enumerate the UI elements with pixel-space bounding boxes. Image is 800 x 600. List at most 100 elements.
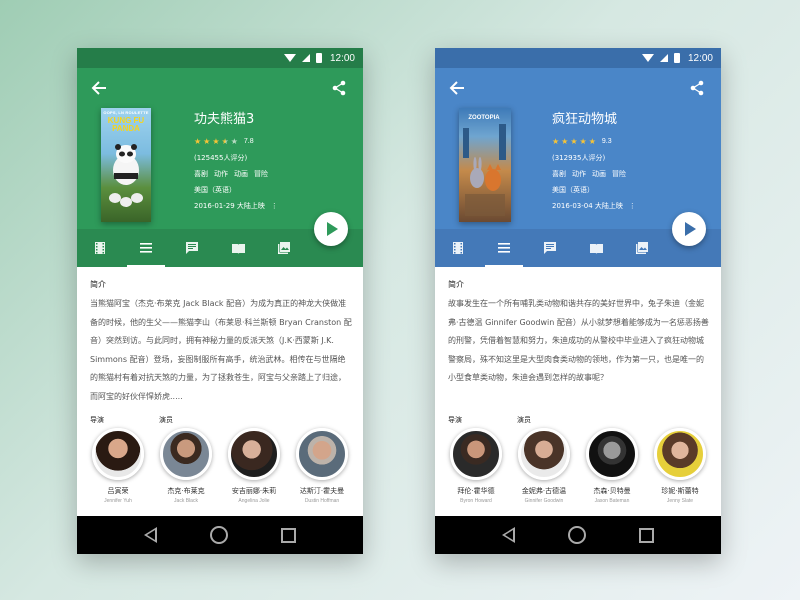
signal-icon	[301, 54, 310, 62]
tab-synopsis[interactable]	[481, 229, 527, 267]
synopsis-text: 故事发生在一个所有哺乳类动物和谐共存的美好世界中，兔子朱迪（金妮弗·古德温 Gi…	[448, 299, 709, 382]
movie-info: 功夫熊猫3 ★ ★ ★ ★ ★ 7.8 (125455人评分) 喜剧 动作 动画…	[194, 112, 344, 210]
person-name: 杰克·布莱克	[167, 487, 205, 495]
avatar	[450, 428, 502, 480]
share-icon[interactable]	[331, 80, 351, 100]
tab-comments[interactable]	[169, 229, 215, 267]
wifi-icon	[283, 54, 296, 62]
tab-film[interactable]	[77, 229, 123, 267]
genre-tag[interactable]: 喜剧	[552, 170, 566, 178]
person-name-en: Byron Howard	[460, 498, 492, 504]
person-name-en: Jennifer Yuh	[104, 498, 132, 504]
film-icon	[453, 242, 463, 254]
avatar	[296, 428, 348, 480]
play-button[interactable]	[672, 212, 706, 246]
movie-poster[interactable]: OOPS, LN ROULETTE KUNG FU PANDA	[101, 108, 151, 222]
genre-tag[interactable]: 动作	[572, 170, 586, 178]
person-name: 金妮弗·古德温	[521, 487, 567, 495]
status-time: 12:00	[329, 52, 355, 64]
nav-recents-icon[interactable]	[639, 527, 655, 543]
movie-title: 疯狂动物城	[552, 112, 618, 127]
tab-synopsis[interactable]	[123, 229, 169, 267]
cast-heading: 演员	[517, 416, 531, 424]
star-icon: ★	[203, 136, 211, 146]
genre-tag[interactable]: 冒险	[612, 170, 626, 178]
nav-home-icon[interactable]	[209, 526, 228, 544]
genre-tag[interactable]: 冒险	[254, 170, 268, 178]
play-button[interactable]	[314, 212, 348, 246]
release-date: 2016-03-04 大陆上映 ⋮	[552, 202, 702, 210]
share-icon[interactable]	[689, 80, 709, 100]
film-icon	[95, 242, 105, 254]
star-half-icon: ★	[221, 136, 229, 146]
person-name: 安吉丽娜·朱莉	[231, 487, 277, 495]
person-card[interactable]: 拜伦·霍华德 Byron Howard	[446, 428, 506, 504]
person-card[interactable]: 珍妮·斯蕾特 Jenny Slate	[650, 428, 710, 504]
genre-tag[interactable]: 动画	[592, 170, 606, 178]
battery-icon	[315, 53, 322, 63]
status-time: 12:00	[687, 52, 713, 64]
phone-screen-zootopia: 12:00 ZOOTOPIA 疯狂动物城 ★ ★ ★ ★ ★ 9.3 (3129…	[435, 48, 721, 554]
person-name-en: Dustin Hoffman	[304, 498, 340, 504]
tab-film[interactable]	[435, 229, 481, 267]
nav-back-icon[interactable]	[501, 527, 515, 543]
genre-tag[interactable]: 动作	[214, 170, 228, 178]
back-arrow-icon[interactable]	[449, 80, 469, 100]
person-card[interactable]: 达斯汀·霍夫曼 Dustin Hoffman	[292, 428, 352, 504]
people-list: 吕寅荣 Jennifer Yuh 杰克·布莱克 Jack Black 安吉丽娜·…	[77, 428, 363, 510]
tab-comments[interactable]	[527, 229, 573, 267]
synopsis-heading: 简介	[448, 280, 464, 289]
book-icon	[231, 243, 245, 254]
nav-back-icon[interactable]	[143, 527, 157, 543]
gallery-icon	[636, 242, 648, 254]
nav-home-icon[interactable]	[567, 526, 586, 544]
status-bar: 12:00	[435, 48, 721, 68]
panda-illustration	[109, 144, 143, 207]
list-icon	[140, 243, 152, 253]
star-icon: ★	[570, 136, 578, 146]
avatar	[228, 428, 280, 480]
person-card[interactable]: 金妮弗·古德温 Ginnifer Goodwin	[514, 428, 574, 504]
release-date-text: 2016-03-04 大陆上映	[552, 202, 623, 210]
tab-gallery[interactable]	[619, 229, 665, 267]
movie-poster[interactable]: ZOOTOPIA	[459, 108, 511, 222]
list-icon	[498, 243, 510, 253]
genre-list: 喜剧 动作 动画 冒险	[194, 170, 344, 178]
genre-tag[interactable]: 动画	[234, 170, 248, 178]
release-date: 2016-01-29 大陆上映 ⋮	[194, 202, 344, 210]
person-name: 拜伦·霍华德	[457, 487, 495, 495]
rating-stars: ★ ★ ★ ★ ★ 7.8	[194, 136, 344, 146]
avatar	[92, 428, 144, 480]
more-vert-icon[interactable]: ⋮	[271, 202, 278, 210]
person-name: 杰森·贝特曼	[593, 487, 631, 495]
person-card[interactable]: 杰克·布莱克 Jack Black	[156, 428, 216, 504]
rating-stars: ★ ★ ★ ★ ★ 9.3	[552, 136, 702, 146]
more-vert-icon[interactable]: ⋮	[629, 202, 636, 210]
system-nav-bar	[77, 516, 363, 554]
comment-icon	[186, 242, 198, 254]
back-arrow-icon[interactable]	[91, 80, 111, 100]
genre-tag[interactable]: 喜剧	[194, 170, 208, 178]
tab-reviews[interactable]	[573, 229, 619, 267]
tab-gallery[interactable]	[261, 229, 307, 267]
tab-reviews[interactable]	[215, 229, 261, 267]
person-name-en: Jenny Slate	[666, 498, 694, 504]
movie-header: 12:00 ZOOTOPIA 疯狂动物城 ★ ★ ★ ★ ★ 9.3 (3129…	[435, 48, 721, 267]
avatar	[654, 428, 706, 480]
person-name-en: Jack Black	[174, 498, 198, 504]
person-card[interactable]: 安吉丽娜·朱莉 Angelina Jolie	[224, 428, 284, 504]
avatar	[518, 428, 570, 480]
wifi-icon	[641, 54, 654, 62]
person-card[interactable]: 吕寅荣 Jennifer Yuh	[88, 428, 148, 504]
nav-recents-icon[interactable]	[281, 527, 297, 543]
gallery-icon	[278, 242, 290, 254]
director-heading: 导演	[448, 416, 462, 424]
director-heading: 导演	[90, 416, 104, 424]
avatar	[586, 428, 638, 480]
person-name-en: Angelina Jolie	[238, 498, 270, 504]
book-icon	[589, 243, 603, 254]
star-empty-icon: ★	[230, 136, 238, 146]
play-icon	[685, 222, 696, 236]
synopsis-heading: 简介	[90, 280, 106, 289]
person-card[interactable]: 杰森·贝特曼 Jason Bateman	[582, 428, 642, 504]
